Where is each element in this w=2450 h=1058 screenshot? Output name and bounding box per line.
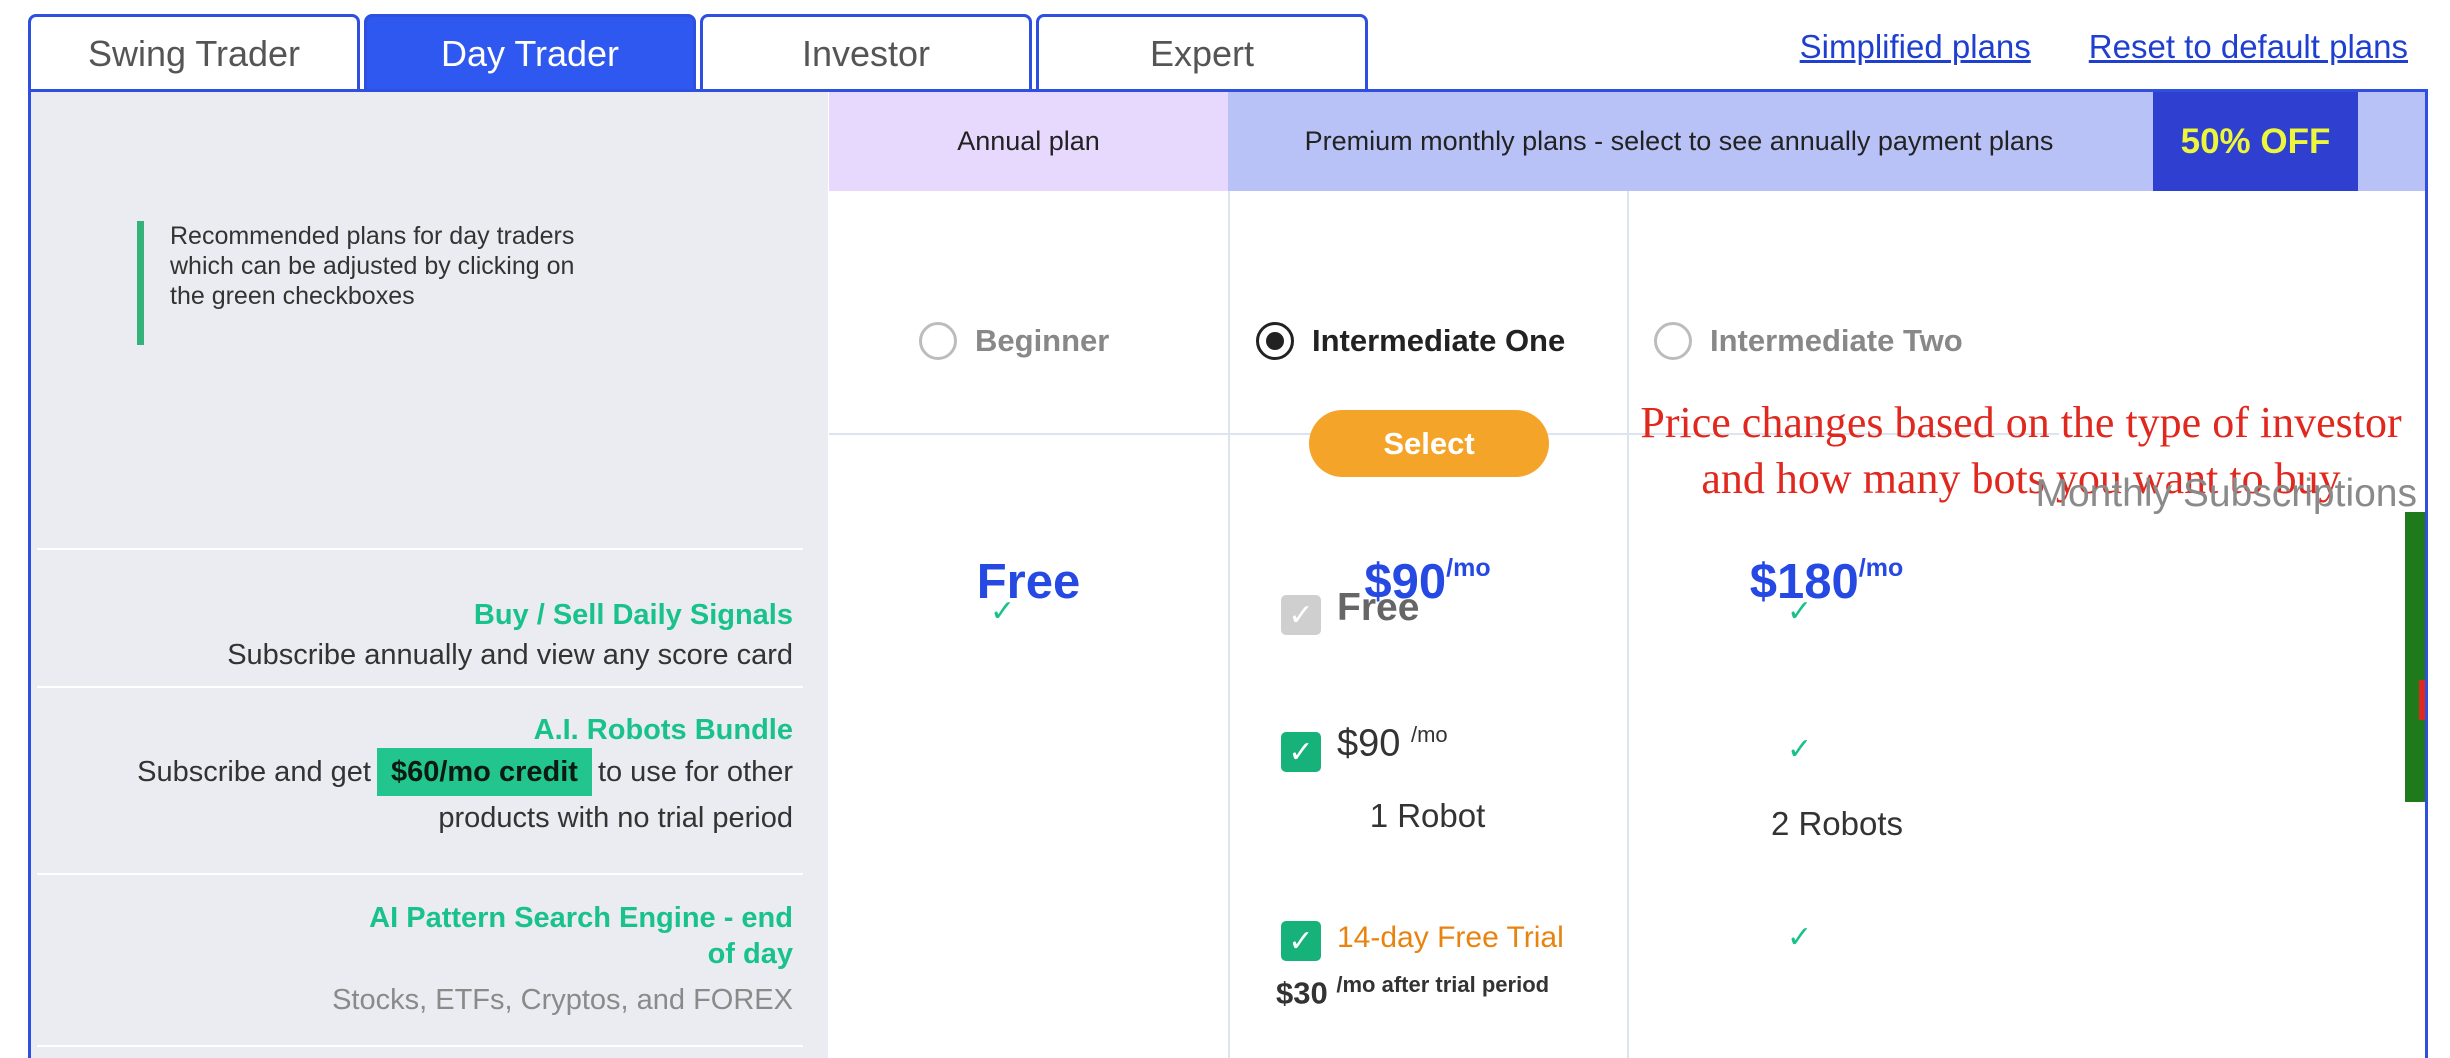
- side-image-fragment: [2405, 512, 2425, 802]
- reset-default-plans-link[interactable]: Reset to default plans: [2089, 28, 2408, 66]
- monthly-subscriptions-title: Monthly Subscriptions: [2035, 472, 2417, 515]
- annotation-line: Price changes based on the type of inves…: [1640, 398, 2402, 447]
- robots-count-intermediate-one: 1 Robot: [1369, 797, 1486, 834]
- feature-description: Subscribe annually and view any score ca…: [227, 639, 793, 671]
- feature-title: A.I. Robots Bundle: [533, 714, 793, 746]
- robots-desc-part: to use for other: [597, 756, 793, 788]
- checkbox-checked-icon[interactable]: ✓: [1281, 732, 1321, 772]
- feature-title: of day: [707, 938, 793, 970]
- column-divider: [1627, 191, 1629, 1058]
- pricing-table: Recommended plans for day traders which …: [28, 89, 2428, 1058]
- annual-plan-header: Annual plan: [829, 92, 1228, 191]
- check-icon: ✓: [1787, 595, 1813, 628]
- checkbox-checked-icon[interactable]: ✓: [1281, 921, 1321, 961]
- trader-tabs: Swing Trader Day Trader Investor Expert: [28, 14, 1372, 90]
- plan-option-beginner[interactable]: Beginner: [919, 322, 1109, 360]
- simplified-plans-link[interactable]: Simplified plans: [1800, 28, 2031, 66]
- feature-description: products with no trial period: [438, 802, 793, 834]
- radio-icon[interactable]: [919, 322, 957, 360]
- robots-count-intermediate-two: 2 Robots: [1770, 805, 1904, 842]
- plan-name: Beginner: [975, 323, 1110, 358]
- top-links: Simplified plans Reset to default plans: [1800, 28, 2408, 66]
- recommendation-line: the green checkboxes: [170, 282, 415, 310]
- feature-robots: A.I. Robots Bundle Subscribe and get $60/…: [31, 712, 801, 840]
- robots-price-unit: /mo: [1410, 722, 1448, 747]
- tab-investor[interactable]: Investor: [700, 14, 1032, 90]
- discount-badge: 50% OFF: [2153, 92, 2358, 191]
- signals-free-label: Free: [1337, 586, 1420, 629]
- tab-day-trader[interactable]: Day Trader: [364, 14, 696, 90]
- feature-description: Stocks, ETFs, Cryptos, and FOREX: [332, 984, 793, 1016]
- tab-swing-trader[interactable]: Swing Trader: [28, 14, 360, 90]
- row-divider: [37, 1045, 803, 1047]
- trial-price-unit: /mo after trial period: [1336, 972, 1550, 997]
- feature-description: Subscribe and get $60/mo credit to use for…: [31, 748, 793, 796]
- plan-option-intermediate-one[interactable]: Intermediate One: [1256, 322, 1565, 360]
- recommendation-line: Recommended plans for day traders: [170, 222, 575, 250]
- premium-plans-label: Premium monthly plans - select to see an…: [1304, 126, 2054, 156]
- row-divider: [37, 548, 803, 550]
- trial-price-value: $30: [1276, 975, 1328, 1011]
- robots-price-value: $90: [1337, 722, 1401, 765]
- recommendation-note: Recommended plans for day traders which …: [137, 221, 657, 345]
- checkbox-disabled-icon: ✓: [1281, 595, 1321, 635]
- radio-icon[interactable]: [1654, 322, 1692, 360]
- tab-expert[interactable]: Expert: [1036, 14, 1368, 90]
- feature-signals: Buy / Sell Daily Signals Subscribe annua…: [31, 597, 801, 677]
- credit-badge: $60/mo credit: [376, 748, 592, 796]
- feature-title: Buy / Sell Daily Signals: [473, 599, 793, 631]
- price-beginner: Free: [829, 554, 1228, 610]
- column-divider: [1228, 191, 1230, 1058]
- feature-pattern-search: AI Pattern Search Engine - end of day St…: [31, 900, 801, 1022]
- price-unit: /mo: [1858, 554, 1904, 582]
- price-intermediate-two: $180/mo: [1627, 554, 2026, 610]
- check-icon: ✓: [1787, 733, 1813, 766]
- check-icon: ✓: [990, 595, 1016, 628]
- robots-desc-part: Subscribe and get: [137, 756, 371, 788]
- select-button[interactable]: Select: [1309, 410, 1549, 477]
- feature-title: AI Pattern Search Engine - end: [369, 902, 793, 934]
- plan-name: Intermediate One: [1312, 323, 1566, 358]
- trial-after-price: $30 /mo after trial period: [1276, 972, 1549, 1011]
- premium-plans-header[interactable]: Premium monthly plans - select to see an…: [1228, 92, 2425, 191]
- free-trial-label: 14-day Free Trial: [1337, 921, 1564, 954]
- plan-name: Intermediate Two: [1710, 323, 1963, 358]
- price-unit: /mo: [1446, 554, 1491, 582]
- plan-option-intermediate-two[interactable]: Intermediate Two: [1654, 322, 1963, 360]
- row-divider: [37, 873, 803, 875]
- recommendation-line: which can be adjusted by clicking on: [170, 252, 575, 280]
- check-icon: ✓: [1787, 921, 1813, 954]
- robots-price: $90 /mo: [1337, 722, 1448, 766]
- row-divider: [37, 686, 803, 688]
- radio-selected-icon[interactable]: [1256, 322, 1294, 360]
